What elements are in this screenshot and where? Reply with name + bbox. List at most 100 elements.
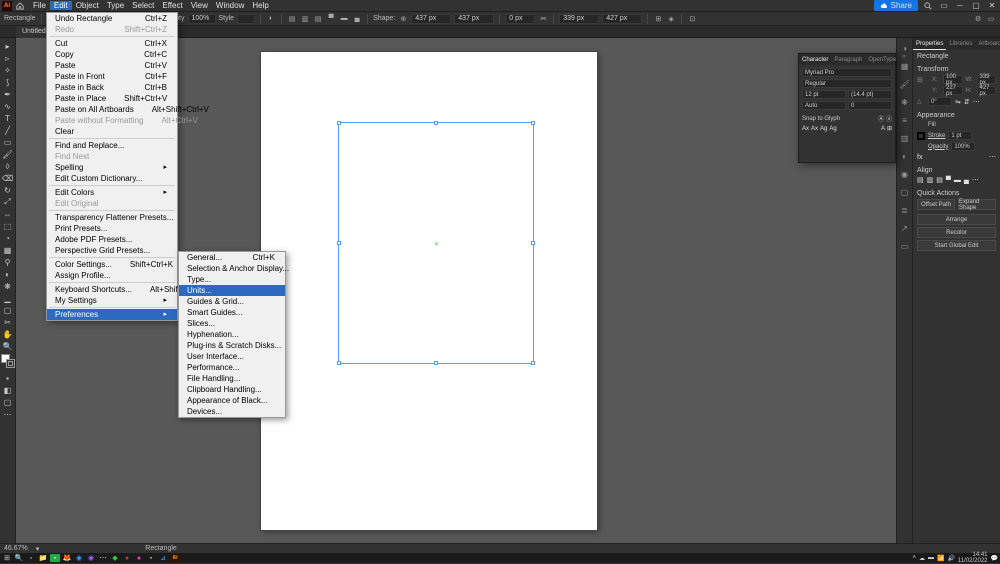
prop-opacity-field[interactable]: 100% [951, 142, 975, 151]
glyph-opt-5-icon[interactable]: A [881, 126, 885, 132]
menu-find[interactable]: Find and Replace... [47, 140, 177, 151]
tray-wifi-icon[interactable]: 📶 [937, 555, 944, 562]
color-panel-icon[interactable]: ◑ [899, 42, 911, 54]
style-field[interactable] [237, 14, 255, 24]
char-tab-character[interactable]: Character [799, 54, 831, 65]
graph-tool-icon[interactable]: ▁ [1, 292, 15, 304]
gradient-tool-icon[interactable]: ▦ [1, 244, 15, 256]
more-appearance-icon[interactable]: ⋯ [989, 153, 996, 161]
task-app-6-icon[interactable]: ◆ [110, 554, 120, 562]
tray-battery-icon[interactable]: ▬ [928, 555, 934, 561]
type-tool-icon[interactable]: T [1, 112, 15, 124]
glyph-opt-6-icon[interactable]: ⊞ [887, 125, 892, 132]
transform-icon[interactable]: ⊞ [653, 14, 663, 24]
screen-mode-icon[interactable]: ▢ [1, 396, 15, 408]
menu-paste-noformat[interactable]: Paste without FormattingAlt+Ctrl+V [47, 115, 177, 126]
menu-paste-back[interactable]: Paste in BackCtrl+B [47, 82, 177, 93]
task-taskview-icon[interactable]: ▫ [26, 554, 36, 562]
align-right-icon[interactable]: ▤ [313, 14, 323, 24]
menu-color-settings[interactable]: Color Settings...Shift+Ctrl+K [47, 259, 177, 270]
isolate-icon[interactable]: ◈ [666, 14, 676, 24]
char-size-field[interactable]: 12 pt [802, 90, 846, 99]
more-align-icon[interactable]: ⋯ [972, 176, 979, 184]
menu-object[interactable]: Object [72, 1, 103, 10]
tab-properties[interactable]: Properties [913, 38, 946, 50]
task-app-9-icon[interactable]: ▪ [146, 554, 156, 562]
app-icon[interactable]: Ai [2, 1, 12, 11]
selection-tool-icon[interactable]: ▸ [1, 40, 15, 52]
direct-selection-tool-icon[interactable]: ▹ [1, 52, 15, 64]
pen-tool-icon[interactable]: ✒ [1, 88, 15, 100]
menu-clear[interactable]: Clear [47, 126, 177, 137]
menu-print-presets[interactable]: Print Presets... [47, 223, 177, 234]
pref-devices[interactable]: Devices... [179, 406, 285, 417]
tab-artboards[interactable]: Artboards [975, 38, 1000, 50]
pref-smart-guides[interactable]: Smart Guides... [179, 307, 285, 318]
reference-point-icon[interactable]: ⊞ [917, 76, 929, 84]
more-transform-icon[interactable]: ⋯ [973, 98, 980, 106]
eyedropper-tool-icon[interactable]: ⚲ [1, 256, 15, 268]
slice-tool-icon[interactable]: ✂ [1, 316, 15, 328]
menu-assign-profile[interactable]: Assign Profile... [47, 270, 177, 281]
glyph-opt-4-icon[interactable]: Ag [829, 126, 836, 132]
expand-shape-button[interactable]: Expand Shape [958, 199, 996, 210]
align-bottom-icon[interactable]: ▄ [352, 14, 362, 24]
pref-hyphenation[interactable]: Hyphenation... [179, 329, 285, 340]
brushes-panel-icon[interactable]: 🖌 [899, 78, 911, 90]
prop-x-field[interactable]: 100 px [943, 75, 963, 84]
handle-right[interactable] [531, 241, 535, 245]
blend-tool-icon[interactable]: ◐ [1, 268, 15, 280]
w-field[interactable]: 339 px [559, 14, 599, 24]
menu-redo[interactable]: RedoShift+Ctrl+Z [47, 24, 177, 35]
align-top-icon[interactable]: ▀ [326, 14, 336, 24]
menu-view[interactable]: View [187, 1, 212, 10]
task-app-2-icon[interactable]: 🦊 [62, 554, 72, 562]
handle-top[interactable] [434, 121, 438, 125]
menu-find-next[interactable]: Find Next [47, 151, 177, 162]
task-app-5-icon[interactable]: ⋯ [98, 554, 108, 562]
align-b-icon[interactable]: ▄ [964, 177, 969, 184]
prop-stroke-label[interactable]: Stroke [928, 133, 945, 139]
align-center-h-icon[interactable]: ▥ [300, 14, 310, 24]
pref-units[interactable]: Units... [179, 285, 285, 296]
task-app-3-icon[interactable]: ◉ [74, 554, 84, 562]
setup-icon[interactable]: ⚙ [973, 14, 983, 24]
pref-ui[interactable]: User Interface... [179, 351, 285, 362]
offset-path-button[interactable]: Offset Path [917, 199, 955, 210]
corner-field[interactable]: 0 px [505, 14, 535, 24]
char-leading-field[interactable]: (14.4 pt) [848, 90, 892, 99]
menu-paste-front[interactable]: Paste in FrontCtrl+F [47, 71, 177, 82]
pref-file-handling[interactable]: File Handling... [179, 373, 285, 384]
hand-tool-icon[interactable]: ✋ [1, 328, 15, 340]
task-search-icon[interactable]: 🔍 [14, 554, 24, 562]
gradient-panel-icon[interactable]: ▥ [899, 132, 911, 144]
task-explorer-icon[interactable]: 📁 [38, 554, 48, 562]
task-app-1-icon[interactable]: ▪ [50, 554, 60, 562]
align-r-icon[interactable]: ▤ [936, 176, 943, 184]
scale-tool-icon[interactable]: ⤢ [1, 196, 15, 208]
pref-guides[interactable]: Guides & Grid... [179, 296, 285, 307]
menu-keyboard-shortcuts[interactable]: Keyboard Shortcuts...Alt+Shift+Ctrl+K [47, 284, 177, 295]
pref-performance[interactable]: Performance... [179, 362, 285, 373]
free-transform-tool-icon[interactable]: ⬚ [1, 220, 15, 232]
prefs-icon[interactable]: ▭ [986, 14, 996, 24]
artboards-panel-icon[interactable]: ▭ [899, 240, 911, 252]
menu-help[interactable]: Help [248, 1, 272, 10]
char-tracking-field[interactable]: 0 [848, 101, 892, 110]
char-font-field[interactable]: Myriad Pro [802, 68, 892, 77]
glyph-opt-1-icon[interactable]: Ax [802, 126, 809, 132]
character-panel[interactable]: Character Paragraph OpenType « Myriad Pr… [798, 53, 896, 163]
recolor-icon[interactable]: ◐ [266, 14, 276, 24]
glyph-opt-2-icon[interactable]: Ax [811, 126, 818, 132]
registration-icon[interactable]: ⊕ [398, 14, 408, 24]
menu-my-settings[interactable]: My Settings▸ [47, 295, 177, 306]
symbol-sprayer-tool-icon[interactable]: ❋ [1, 280, 15, 292]
eraser-tool-icon[interactable]: ⌫ [1, 172, 15, 184]
start-icon[interactable]: ⊞ [2, 554, 12, 562]
menu-paste[interactable]: PasteCtrl+V [47, 60, 177, 71]
char-style-field[interactable]: Regular [802, 79, 892, 88]
task-app-8-icon[interactable]: ● [134, 554, 144, 562]
arrange-docs-icon[interactable]: ▭ [938, 1, 950, 10]
minimize-icon[interactable]: ─ [954, 1, 966, 10]
width-tool-icon[interactable]: ⇔ [1, 208, 15, 220]
